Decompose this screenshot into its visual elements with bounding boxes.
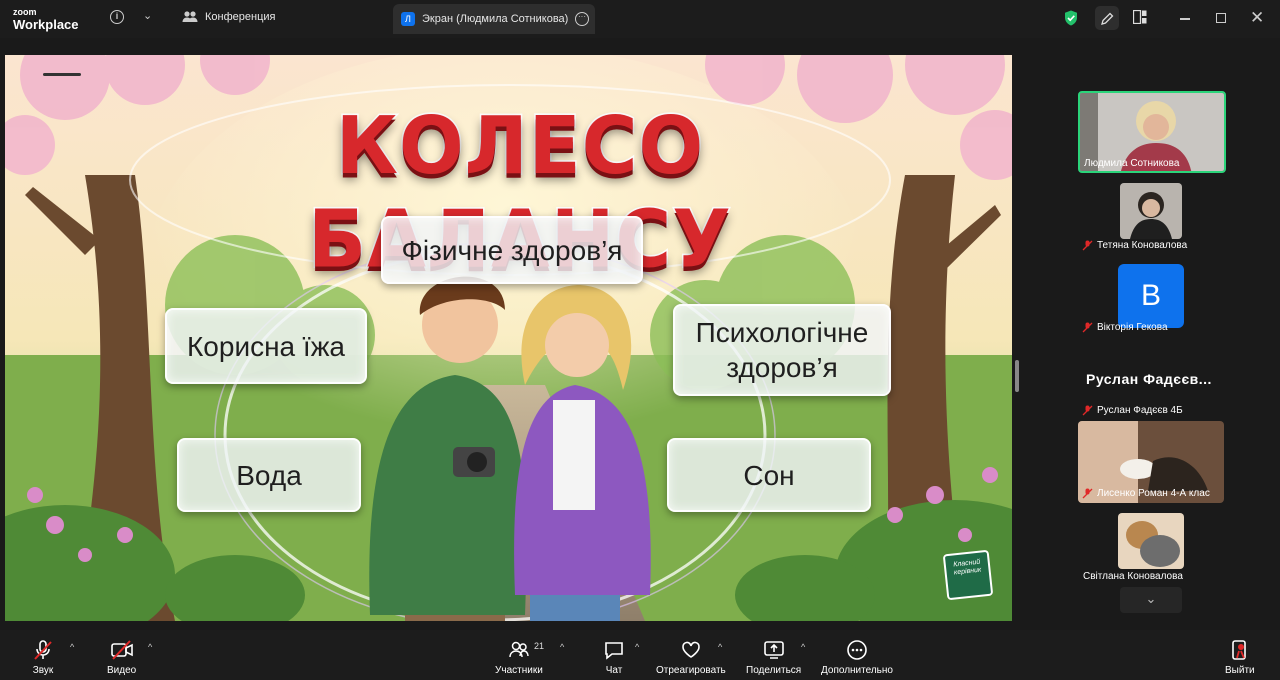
participant-name-row: Лисенко Роман 4-А клас xyxy=(1082,488,1210,499)
speaker-name: Людмила Сотникова xyxy=(1084,158,1180,169)
chat-label: Чат xyxy=(605,665,623,676)
tab-screen-label: Экран (Людмила Сотникова) xyxy=(422,13,569,25)
avatar-initial: В xyxy=(1140,279,1161,312)
react-options-icon[interactable]: ^ xyxy=(718,642,722,652)
participants-icon xyxy=(509,641,529,658)
zoom-logo: zoom Workplace xyxy=(13,7,79,32)
video-options-icon[interactable]: ^ xyxy=(148,642,152,652)
card-psych-line2: здоров’я xyxy=(726,352,838,383)
participants-count: 21 xyxy=(534,641,545,651)
more-label: Дополнительно xyxy=(821,665,893,676)
mic-off-icon xyxy=(1082,240,1093,251)
participants-icon xyxy=(182,11,198,22)
mic-muted-icon xyxy=(34,640,52,660)
security-shield-icon[interactable] xyxy=(1064,10,1078,26)
card-water: Вода xyxy=(177,438,361,512)
card-sleep: Сон xyxy=(667,438,871,512)
participants-panel: Людмила Сотникова Тетяна Коновалова В Ві… xyxy=(1030,38,1280,630)
leave-label: Выйти xyxy=(1225,665,1255,676)
tab-conference[interactable]: Конференция xyxy=(182,10,275,23)
mic-off-icon xyxy=(1082,488,1093,499)
logo-line1: zoom xyxy=(13,7,37,17)
shared-slide: КОЛЕСО БАЛАНСУ Фізичне здоров’я Корисна … xyxy=(5,55,1012,621)
participant-name-row: Руслан Фадєєв 4Б xyxy=(1082,405,1183,416)
participant-name: Світлана Коновалова xyxy=(1083,571,1183,582)
more-icon xyxy=(847,640,867,660)
heart-icon xyxy=(682,641,700,658)
participant-tile-tetiana[interactable] xyxy=(1120,183,1182,239)
participant-name: Руслан Фадєєв 4Б xyxy=(1097,405,1183,416)
screen-tab-badge: Л xyxy=(401,12,415,26)
participant-name: Вікторія Гекова xyxy=(1097,322,1168,333)
close-icon[interactable]: ✕ xyxy=(1250,8,1264,28)
card-healthy-food: Корисна їжа xyxy=(165,308,367,384)
share-button[interactable]: Поделиться xyxy=(746,639,801,676)
info-icon[interactable]: i xyxy=(110,10,124,24)
participant-name: Лисенко Роман 4-А клас xyxy=(1097,488,1210,499)
participant-name-row: Тетяна Коновалова xyxy=(1082,240,1187,251)
participant-tile-lysenko[interactable]: Лисенко Роман 4-А клас xyxy=(1078,421,1224,503)
panel-resize-handle[interactable] xyxy=(1015,360,1019,392)
participant-group-label: Руслан Фадєєв... xyxy=(1086,371,1212,387)
react-button[interactable]: Отреагировать xyxy=(656,639,726,676)
meeting-toolbar: Звук ^ Видео ^ Участники 21 ^ Чат ^ Отре… xyxy=(0,630,1280,680)
mic-off-icon xyxy=(1082,322,1093,333)
chat-button[interactable]: Чат xyxy=(603,639,625,676)
minimize-icon[interactable] xyxy=(1180,18,1190,20)
avatar-photo xyxy=(1120,183,1182,239)
video-label: Видео xyxy=(107,665,137,676)
card-psych-line1: Психологічне xyxy=(695,317,869,348)
participants-label: Участники xyxy=(495,665,543,676)
slide-handle xyxy=(43,73,81,76)
more-options-icon[interactable]: ··· xyxy=(575,12,589,26)
layout-icon[interactable] xyxy=(1133,10,1147,24)
title-bar: zoom Workplace i ⌄ Конференция Л Экран (… xyxy=(0,0,1280,38)
shared-screen-area: КОЛЕСО БАЛАНСУ Фізичне здоров’я Корисна … xyxy=(0,38,1030,630)
share-screen-icon xyxy=(763,641,784,659)
leave-button[interactable]: Выйти xyxy=(1225,639,1255,676)
mic-off-icon xyxy=(1082,405,1093,416)
participant-tile-speaker[interactable]: Людмила Сотникова xyxy=(1078,91,1226,173)
video-off-icon xyxy=(110,640,133,660)
audio-button[interactable]: Звук xyxy=(32,639,54,676)
participants-options-icon[interactable]: ^ xyxy=(560,642,564,652)
card-physical-health: Фізичне здоров’я xyxy=(381,216,643,284)
logo-line2: Workplace xyxy=(13,17,79,32)
annotate-button[interactable] xyxy=(1095,6,1119,30)
tab-conference-label: Конференция xyxy=(205,10,276,23)
chat-icon xyxy=(605,642,623,660)
audio-label: Звук xyxy=(32,665,54,676)
share-label: Поделиться xyxy=(746,665,802,676)
class-teacher-sticker: Класний керівник xyxy=(942,549,994,601)
scroll-down-button[interactable]: ⌄ xyxy=(1120,587,1182,613)
participant-name-row: Вікторія Гекова xyxy=(1082,322,1168,333)
participant-tile-svitlana[interactable] xyxy=(1118,513,1184,569)
tab-screen-share[interactable]: Л Экран (Людмила Сотникова) ··· xyxy=(393,4,595,34)
girl-figure xyxy=(514,285,651,621)
card-psychological-health: Психологічне здоров’я xyxy=(673,304,891,396)
participant-tile-viktoria[interactable]: В xyxy=(1118,264,1184,328)
react-label: Отреагировать xyxy=(656,665,726,676)
avatar-photo xyxy=(1118,513,1184,569)
participant-name: Тетяна Коновалова xyxy=(1097,240,1188,251)
chat-options-icon[interactable]: ^ xyxy=(635,642,639,652)
audio-options-icon[interactable]: ^ xyxy=(70,642,74,652)
pen-icon xyxy=(1100,12,1113,25)
share-options-icon[interactable]: ^ xyxy=(801,642,805,652)
chevron-down-icon[interactable]: ⌄ xyxy=(143,9,152,22)
maximize-icon[interactable] xyxy=(1216,13,1226,23)
leave-icon xyxy=(1231,640,1246,660)
video-button[interactable]: Видео xyxy=(107,639,136,676)
more-button[interactable]: Дополнительно xyxy=(821,639,893,676)
